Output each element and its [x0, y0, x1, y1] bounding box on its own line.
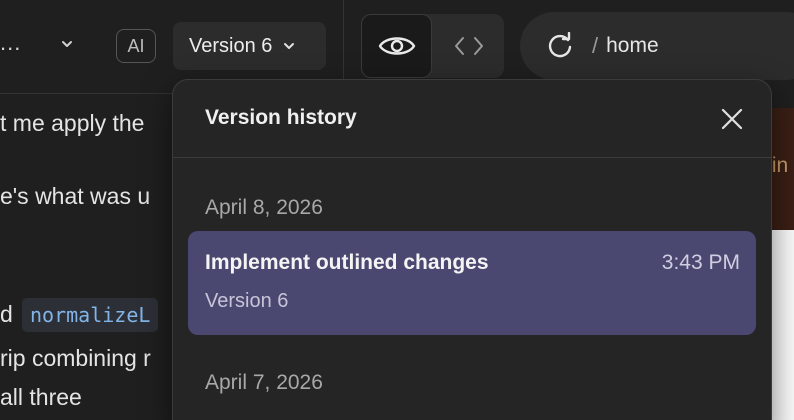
- chat-text-line: t me apply the: [0, 110, 145, 136]
- version-item-version: Version 6: [205, 290, 289, 312]
- project-name-truncated[interactable]: ...: [0, 30, 21, 56]
- version-history-popover: Version history April 8, 2026 Implement …: [172, 79, 772, 420]
- url-separator: /: [592, 33, 599, 58]
- code-mode-button[interactable]: [433, 14, 504, 78]
- app-root: ... AI Version 6 / home t me apply the e…: [0, 0, 794, 420]
- chevron-down-icon: [284, 43, 295, 49]
- code-icon: [454, 37, 483, 55]
- close-icon: [721, 108, 743, 130]
- date-group-label: April 7, 2026: [205, 371, 323, 394]
- url-path[interactable]: home: [606, 34, 659, 58]
- version-item-time: 3:43 PM: [661, 251, 740, 274]
- date-group-label: April 8, 2026: [205, 196, 323, 219]
- version-dropdown-button[interactable]: Version 6: [173, 22, 326, 70]
- chat-text-line: e's what was u: [0, 183, 151, 209]
- view-toggle: [361, 14, 504, 78]
- ai-badge[interactable]: AI: [116, 29, 156, 63]
- url-bar[interactable]: / home: [520, 12, 794, 80]
- version-dropdown-label: Version 6: [189, 34, 273, 57]
- eye-icon: [378, 37, 415, 55]
- chevron-down-icon[interactable]: [60, 37, 74, 51]
- preview-mode-button[interactable]: [361, 14, 432, 78]
- inline-code: normalizeL: [22, 298, 159, 332]
- reload-icon[interactable]: [546, 32, 574, 60]
- chat-text-line: rip combining r: [0, 345, 151, 371]
- chat-text-line: all three: [0, 384, 82, 410]
- popover-title: Version history: [205, 106, 357, 129]
- chat-text-line: d: [0, 301, 13, 327]
- close-button[interactable]: [717, 104, 747, 134]
- popover-header: Version history: [173, 80, 771, 158]
- version-item-title: Implement outlined changes: [205, 251, 489, 274]
- version-item-selected[interactable]: Implement outlined changes 3:43 PM Versi…: [188, 231, 756, 335]
